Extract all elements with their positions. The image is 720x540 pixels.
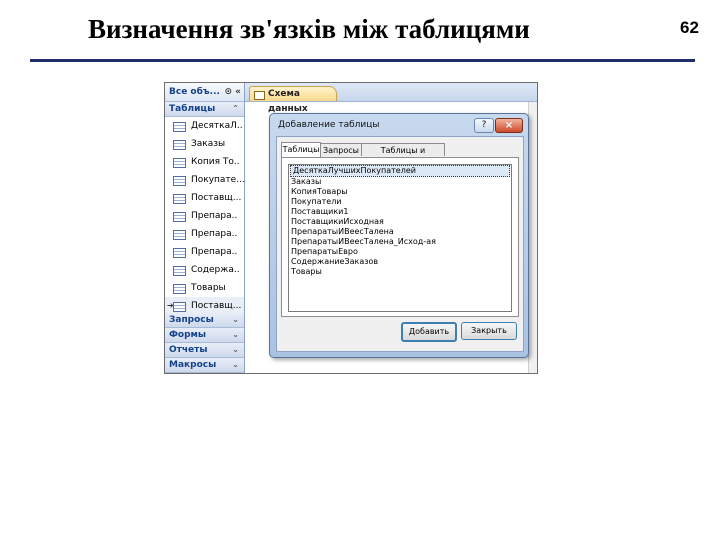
access-screenshot: Все объ... ⊙ « Таблицы ⌃ ДесяткаЛ.. Зака… [164, 82, 538, 374]
list-item[interactable]: ПрепаратыЕвро [289, 247, 511, 257]
chevron-down-icon: ⌄ [232, 315, 239, 324]
title-divider [30, 59, 695, 62]
table-icon [173, 302, 186, 312]
table-icon [173, 230, 186, 240]
nav-group-tables-label: Таблицы [169, 104, 216, 114]
dialog-title: Добавление таблицы [278, 120, 380, 130]
nav-collapsed-groups: Запросы ⌄ Формы ⌄ Отчеты ⌄ Макросы ⌄ [165, 313, 244, 373]
list-item[interactable]: ДесяткаЛучшихПокупателей [290, 165, 510, 177]
list-item[interactable]: КопияТовары [289, 187, 511, 197]
list-item[interactable]: СодержаниеЗаказов [289, 257, 511, 267]
chevron-down-icon: ⌄ [232, 330, 239, 339]
list-item[interactable]: ПоставщикиИсходная [289, 217, 511, 227]
nav-item-table[interactable]: Поставщ... [165, 189, 244, 207]
list-item[interactable]: Поставщики1 [289, 207, 511, 217]
nav-item-table[interactable]: Заказы [165, 135, 244, 153]
table-icon [173, 266, 186, 276]
document-scrollbar[interactable] [528, 102, 537, 373]
nav-item-table[interactable]: Товары [165, 279, 244, 297]
relationships-icon [254, 91, 265, 100]
document-tab-bar: Схема данных [245, 83, 537, 114]
nav-item-table[interactable]: Препара.. [165, 207, 244, 225]
chevron-down-icon: ⌄ [232, 345, 239, 354]
list-item[interactable]: ПрепаратыИВеесТалена_Исход-ая [289, 237, 511, 247]
tab-tables-and-queries[interactable]: Таблицы и запросы [361, 143, 445, 168]
close-button[interactable]: Закрыть [461, 322, 517, 340]
table-icon [173, 194, 186, 204]
list-item[interactable]: Покупатели [289, 197, 511, 207]
nav-item-table[interactable]: Содержа.. [165, 261, 244, 279]
table-icon [173, 212, 186, 222]
navigation-pane: Все объ... ⊙ « Таблицы ⌃ ДесяткаЛ.. Зака… [165, 83, 245, 373]
list-item[interactable]: Заказы [289, 177, 511, 187]
list-item[interactable]: ПрепаратыИВеесТалена [289, 227, 511, 237]
nav-pane-collapse-icon[interactable]: ⊙ « [225, 83, 242, 101]
nav-item-table[interactable]: Покупате... [165, 171, 244, 189]
chevron-up-icon: ⌃ [232, 104, 239, 113]
nav-group-queries[interactable]: Запросы ⌄ [165, 313, 244, 328]
nav-group-tables[interactable]: Таблицы ⌃ [165, 102, 244, 117]
tab-panel: ДесяткаЛучшихПокупателей Заказы КопияТов… [281, 157, 519, 317]
table-icon [173, 158, 186, 168]
table-icon [173, 176, 186, 186]
nav-pane-header[interactable]: Все объ... ⊙ « [165, 83, 244, 102]
nav-item-table[interactable]: Препара.. [165, 225, 244, 243]
tab-queries[interactable]: Запросы [320, 143, 362, 156]
table-icon [173, 122, 186, 132]
table-icon [173, 248, 186, 258]
table-icon [173, 284, 186, 294]
nav-pane-header-label: Все объ... [169, 87, 220, 97]
slide-page-number: 62 [680, 18, 699, 37]
slide-title: Визначення зв'язків між таблицями [88, 14, 530, 44]
tab-relationships[interactable]: Схема данных [249, 86, 337, 114]
dialog-body: Таблицы Запросы Таблицы и запросы Десятк… [276, 136, 524, 352]
nav-group-macros[interactable]: Макросы ⌄ [165, 358, 244, 373]
table-listbox[interactable]: ДесяткаЛучшихПокупателей Заказы КопияТов… [288, 164, 512, 312]
nav-item-table[interactable]: Препара.. [165, 243, 244, 261]
help-button[interactable]: ? [474, 118, 494, 133]
list-item[interactable]: Товары [289, 267, 511, 277]
nav-item-table[interactable]: Копия То.. [165, 153, 244, 171]
add-button[interactable]: Добавить [401, 322, 457, 342]
nav-item-table[interactable]: ДесяткаЛ.. [165, 117, 244, 135]
nav-group-reports[interactable]: Отчеты ⌄ [165, 343, 244, 358]
nav-group-forms[interactable]: Формы ⌄ [165, 328, 244, 343]
chevron-down-icon: ⌄ [232, 360, 239, 369]
tab-tables[interactable]: Таблицы [281, 142, 321, 157]
dialog-close-button[interactable]: × [495, 118, 523, 133]
add-table-dialog: Добавление таблицы ? × Таблицы Запросы Т… [269, 113, 529, 358]
table-icon [173, 140, 186, 150]
